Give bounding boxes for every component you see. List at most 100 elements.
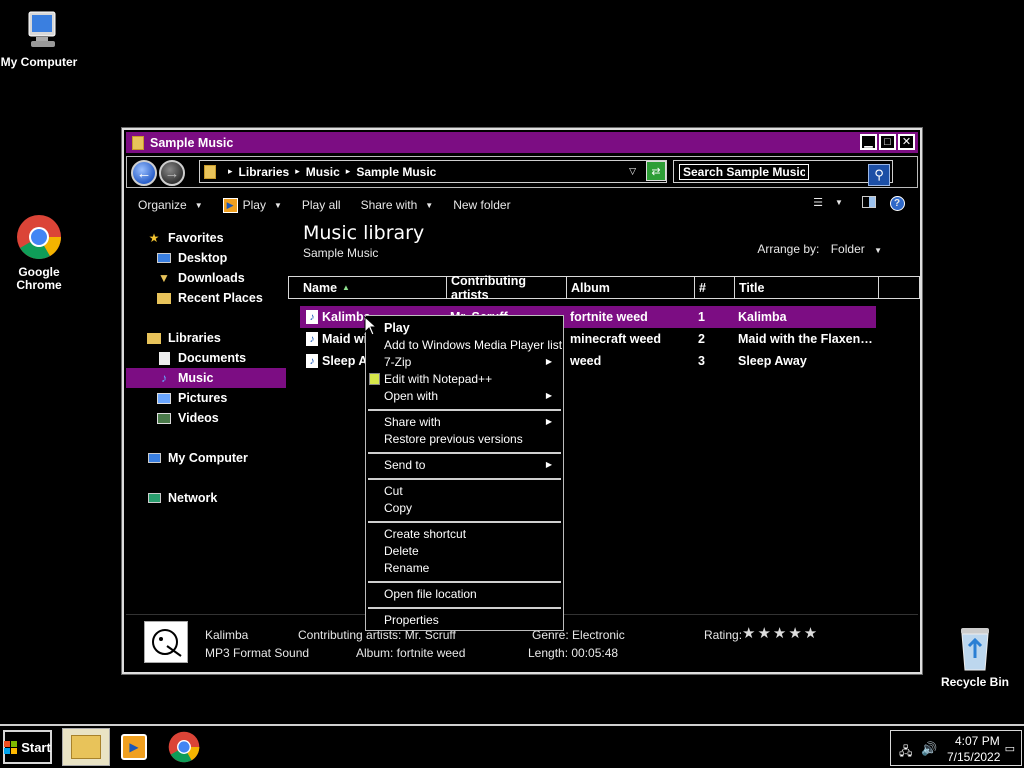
nav-music[interactable]: ♪ Music <box>126 368 286 388</box>
column-header-title[interactable]: Title <box>735 277 879 298</box>
menu-item-add-wmp[interactable]: Add to Windows Media Player list <box>384 337 562 353</box>
play-button[interactable]: ▶ Play ▼ <box>222 197 282 213</box>
nav-pictures[interactable]: Pictures <box>126 388 286 408</box>
breadcrumb-music[interactable]: Music <box>306 165 340 179</box>
desktop-icon-chrome[interactable]: Google Chrome <box>0 214 84 292</box>
play-all-label: Play all <box>301 198 341 212</box>
volume-icon[interactable]: 🔊 <box>921 741 937 757</box>
menu-item-open-with[interactable]: Open with ▶ <box>384 388 560 404</box>
network-icon <box>146 491 162 505</box>
menu-item-rename[interactable]: Rename <box>384 560 429 576</box>
desktop-icon <box>156 251 172 265</box>
menu-item-play[interactable]: Play <box>384 320 410 336</box>
nav-label: Favorites <box>168 231 224 245</box>
taskbar-chrome[interactable] <box>160 728 208 766</box>
nav-network[interactable]: Network <box>126 488 286 508</box>
refresh-button[interactable]: ⇄ <box>646 161 666 181</box>
desktop-icon-recycle-bin[interactable]: Recycle Bin <box>930 624 1020 689</box>
command-bar: Organize ▼ ▶ Play ▼ Play all Share with ▼ N… <box>126 192 918 218</box>
nav-documents[interactable]: Documents <box>126 348 286 368</box>
network-tray-icon[interactable]: 🖧 <box>899 742 912 763</box>
play-all-button[interactable]: Play all <box>302 198 341 212</box>
nav-label: Downloads <box>178 271 245 285</box>
nav-label: My Computer <box>168 451 248 465</box>
nav-my-computer[interactable]: My Computer <box>126 448 286 468</box>
taskbar-explorer[interactable] <box>62 728 110 766</box>
organize-button[interactable]: Organize ▼ <box>138 198 203 212</box>
taskbar-media-player[interactable]: ▶ <box>110 728 158 766</box>
menu-item-restore[interactable]: Restore previous versions <box>384 431 523 447</box>
arrange-by[interactable]: Arrange by: Folder ▼ <box>757 242 882 256</box>
new-folder-button[interactable]: New folder <box>453 198 510 212</box>
media-player-icon: ▶ <box>121 734 147 760</box>
view-list-icon: ☰ <box>813 197 823 209</box>
share-with-button[interactable]: Share with ▼ <box>361 198 434 212</box>
menu-item-delete[interactable]: Delete <box>384 543 419 559</box>
explorer-icon <box>71 735 101 759</box>
menu-item-cut[interactable]: Cut <box>384 483 403 499</box>
mouse-cursor-icon <box>364 316 378 336</box>
start-button[interactable]: Start <box>3 730 52 764</box>
desktop-icon-my-computer[interactable]: My Computer <box>0 10 84 69</box>
menu-label: 7-Zip <box>384 355 412 369</box>
search-icon: ⚲ <box>874 167 884 182</box>
help-button[interactable]: ? <box>888 196 906 211</box>
detail-rating-label: Rating: <box>704 628 743 642</box>
detail-length: Length: 00:05:48 <box>528 646 619 660</box>
nav-videos[interactable]: Videos <box>126 408 286 428</box>
column-label: # <box>699 280 706 295</box>
nav-downloads[interactable]: ▼ Downloads <box>126 268 286 288</box>
menu-item-notepad[interactable]: Edit with Notepad++ <box>369 371 492 387</box>
windows-logo-icon <box>4 740 18 754</box>
search-input[interactable] <box>679 163 809 180</box>
taskbar: Start ▶ 🖧 🔊 4:07 PM 7/15/2022 ▭ <box>0 724 1024 768</box>
cell-title: Maid with the Flaxen… <box>738 332 873 346</box>
rating-stars[interactable]: ★★★★★ <box>742 624 819 642</box>
column-header-name[interactable]: Name ▲ <box>289 277 447 298</box>
nav-favorites[interactable]: ★ Favorites <box>126 228 286 248</box>
view-options-button[interactable]: ☰ ▼ <box>808 196 848 209</box>
column-header-artists[interactable]: Contributing artists <box>447 274 567 302</box>
column-header-album[interactable]: Album <box>567 277 695 298</box>
column-header-extra[interactable] <box>879 277 919 298</box>
address-dropdown-icon[interactable]: ▽ <box>629 166 636 177</box>
preview-pane-button[interactable] <box>860 196 878 208</box>
notepad-icon <box>369 373 380 385</box>
chrome-icon <box>168 731 200 763</box>
column-header-number[interactable]: # <box>695 277 735 298</box>
menu-item-create-shortcut[interactable]: Create shortcut <box>384 526 466 542</box>
title-bar[interactable]: Sample Music ▁ □ ✕ <box>126 132 918 153</box>
close-button[interactable]: ✕ <box>898 134 915 150</box>
nav-recent-places[interactable]: Recent Places <box>126 288 286 308</box>
breadcrumb-sample-music[interactable]: Sample Music <box>356 165 436 179</box>
search-button[interactable]: ⚲ <box>868 164 890 186</box>
maximize-button[interactable]: □ <box>879 134 896 150</box>
address-bar[interactable]: ▸ Libraries ▸ Music ▸ Sample Music ▽ <box>199 160 667 183</box>
menu-item-7zip[interactable]: 7-Zip ▶ <box>384 354 560 370</box>
menu-item-copy[interactable]: Copy <box>384 500 412 516</box>
show-desktop-icon[interactable]: ▭ <box>1005 742 1015 755</box>
column-headers: Name ▲ Contributing artists Album # Title <box>288 274 920 302</box>
minimize-icon: ▁ <box>864 135 873 148</box>
play-label: Play <box>242 198 266 212</box>
menu-item-share-with[interactable]: Share with ▶ <box>384 414 560 430</box>
menu-separator <box>368 521 561 523</box>
menu-item-send-to[interactable]: Send to ▶ <box>384 457 560 473</box>
forward-button[interactable]: → <box>159 160 185 186</box>
minimize-button[interactable]: ▁ <box>860 134 877 150</box>
clock-date[interactable]: 7/15/2022 <box>947 750 1000 764</box>
menu-item-properties[interactable]: Properties <box>384 612 439 628</box>
menu-item-open-file-location[interactable]: Open file location <box>384 586 477 602</box>
chevron-right-icon: ▸ <box>295 166 300 176</box>
clock-time[interactable]: 4:07 PM <box>955 734 1000 748</box>
star-icon: ★ <box>148 231 160 245</box>
nav-desktop[interactable]: Desktop <box>126 248 286 268</box>
caret-down-icon: ▼ <box>834 198 843 207</box>
search-box[interactable]: ⚲ <box>673 160 893 186</box>
caret-down-icon: ▼ <box>874 246 882 255</box>
back-button[interactable]: ← <box>131 160 157 186</box>
context-menu: Play Add to Windows Media Player list 7-… <box>365 315 564 631</box>
nav-libraries[interactable]: Libraries <box>126 328 286 348</box>
breadcrumb-libraries[interactable]: Libraries <box>239 165 290 179</box>
cell-number: 1 <box>698 310 705 324</box>
